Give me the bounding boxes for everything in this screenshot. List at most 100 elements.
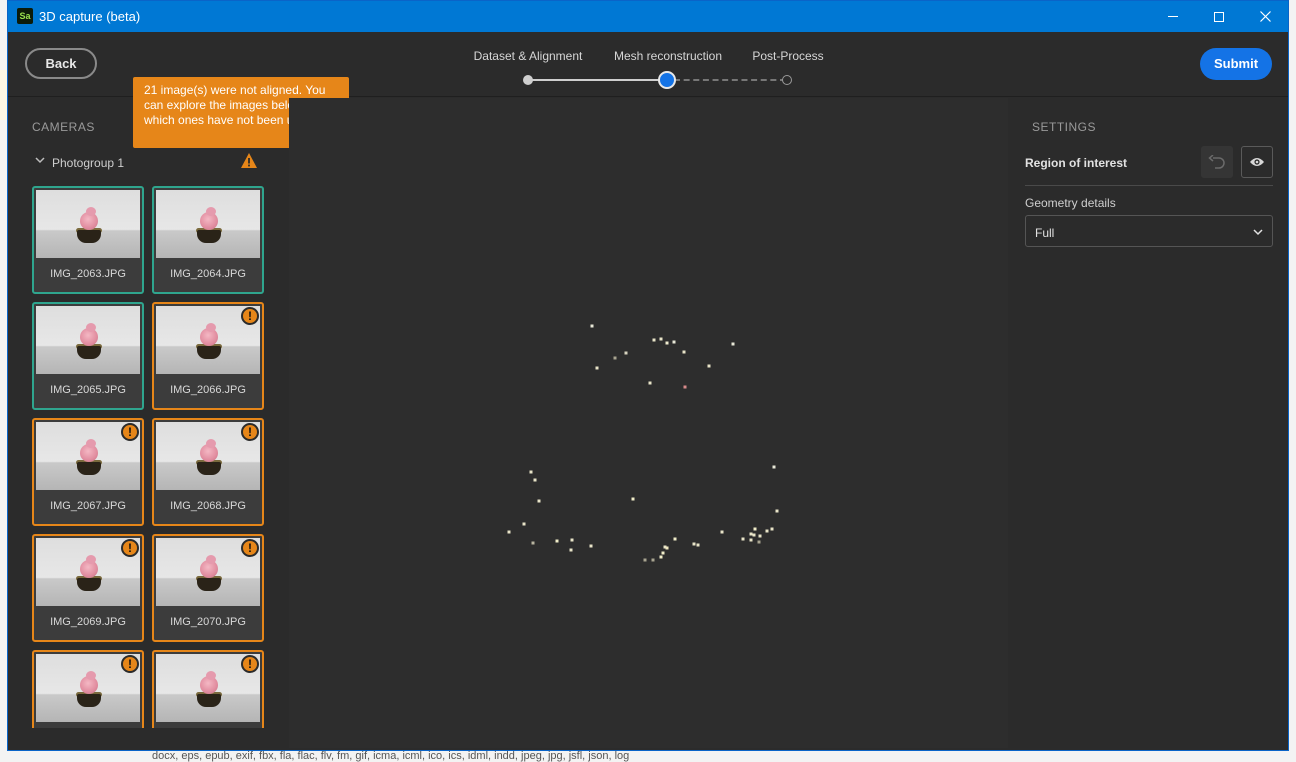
point-cloud-point — [507, 530, 511, 534]
point-cloud-point — [765, 529, 769, 533]
toggle-region-visibility-button[interactable] — [1241, 146, 1273, 178]
title-bar: Sa 3D capture (beta) — [8, 1, 1288, 32]
point-cloud-point — [652, 338, 656, 342]
point-cloud-point — [696, 543, 700, 547]
not-aligned-warning-icon: ! — [121, 539, 139, 557]
point-cloud-point — [522, 522, 526, 526]
camera-image-name: IMG_2069.JPG — [50, 616, 126, 628]
cameras-panel: CAMERAS Photogroup 1 IMG_2063.JPG IMG_206… — [8, 98, 288, 728]
point-cloud-point — [770, 527, 774, 531]
point-cloud-point — [569, 548, 573, 552]
camera-image-preview — [36, 306, 140, 374]
camera-image-name: IMG_2066.JPG — [170, 384, 246, 396]
undo-icon — [1208, 155, 1225, 169]
point-cloud-point — [570, 538, 574, 542]
camera-thumbnail[interactable]: IMG_2068.JPG! — [152, 418, 264, 526]
reset-region-button[interactable] — [1201, 146, 1233, 178]
step-dataset-alignment[interactable]: Dataset & Alignment — [474, 49, 583, 63]
viewport-canvas[interactable] — [289, 98, 1008, 748]
point-cloud-point — [659, 555, 663, 559]
panel-footer — [8, 728, 288, 750]
step-indicator-pending[interactable] — [782, 75, 792, 85]
point-cloud-point — [651, 558, 655, 562]
minimize-button[interactable] — [1150, 1, 1196, 32]
point-cloud-point — [643, 558, 647, 562]
point-cloud-point — [613, 356, 617, 360]
point-cloud-point — [659, 337, 663, 341]
app-logo: Sa — [17, 8, 33, 24]
point-cloud-point — [661, 551, 665, 555]
warning-triangle-icon — [241, 153, 257, 168]
camera-thumbnail[interactable]: IMG_2063.JPG — [32, 186, 144, 294]
maximize-icon — [1214, 11, 1224, 22]
camera-thumbnail[interactable]: IMG_2064.JPG — [152, 186, 264, 294]
settings-panel: SETTINGS Region of interest Geometry det… — [1009, 98, 1288, 750]
step-indicator-current[interactable] — [658, 71, 676, 89]
cameras-heading: CAMERAS — [32, 120, 95, 134]
not-aligned-warning-icon: ! — [241, 539, 259, 557]
point-cloud-point — [595, 366, 599, 370]
point-cloud-point — [589, 544, 593, 548]
camera-thumbnail[interactable]: ! — [32, 650, 144, 728]
maximize-button[interactable] — [1196, 1, 1242, 32]
point-cloud-point — [752, 533, 756, 537]
back-button[interactable]: Back — [25, 48, 97, 79]
point-cloud-point — [731, 342, 735, 346]
point-cloud-point — [720, 530, 724, 534]
point-cloud-point — [775, 509, 779, 513]
point-cloud-point — [537, 499, 541, 503]
settings-heading: SETTINGS — [1032, 120, 1097, 134]
camera-image-name: IMG_2063.JPG — [50, 268, 126, 280]
not-aligned-warning-icon: ! — [241, 655, 259, 673]
geometry-details-label: Geometry details — [1025, 196, 1116, 210]
point-cloud-point — [749, 532, 753, 536]
point-cloud-point — [757, 540, 761, 544]
camera-thumbnail[interactable]: IMG_2070.JPG! — [152, 534, 264, 642]
camera-thumbnail[interactable]: ! — [152, 650, 264, 728]
camera-image-preview — [36, 190, 140, 258]
chevron-down-icon — [1253, 229, 1263, 236]
capture-window: Sa 3D capture (beta) Back Dataset & Alig… — [7, 0, 1289, 751]
not-aligned-warning-icon: ! — [241, 307, 259, 325]
point-cloud-point — [682, 350, 686, 354]
point-cloud-point — [665, 341, 669, 345]
point-cloud-point — [529, 470, 533, 474]
point-cloud-point — [707, 364, 711, 368]
step-indicator-done[interactable] — [523, 75, 533, 85]
camera-image-name: IMG_2068.JPG — [170, 500, 246, 512]
camera-thumbnail[interactable]: IMG_2066.JPG! — [152, 302, 264, 410]
sparse-point-cloud — [507, 324, 779, 562]
not-aligned-warning-icon: ! — [241, 423, 259, 441]
step-post-process[interactable]: Post-Process — [752, 49, 823, 63]
point-cloud-point — [683, 385, 687, 389]
camera-thumbnail[interactable]: IMG_2069.JPG! — [32, 534, 144, 642]
point-cloud-point — [631, 497, 635, 501]
camera-image-name: IMG_2070.JPG — [170, 616, 246, 628]
chevron-down-icon[interactable] — [34, 154, 46, 166]
camera-thumbnail[interactable]: IMG_2065.JPG — [32, 302, 144, 410]
point-cloud-point — [533, 478, 537, 482]
photogroup-label[interactable]: Photogroup 1 — [52, 156, 124, 170]
point-cloud-point — [648, 381, 652, 385]
point-cloud-point — [692, 542, 696, 546]
camera-image-name: IMG_2067.JPG — [50, 500, 126, 512]
not-aligned-warning-icon: ! — [121, 423, 139, 441]
divider — [1025, 185, 1273, 186]
point-cloud-point — [753, 527, 757, 531]
submit-button[interactable]: Submit — [1200, 48, 1272, 80]
camera-thumbnail[interactable]: IMG_2067.JPG! — [32, 418, 144, 526]
geometry-details-value: Full — [1035, 226, 1055, 240]
point-cloud-point — [673, 537, 677, 541]
progress-track-complete — [528, 79, 668, 81]
close-button[interactable] — [1242, 1, 1288, 32]
background-file-types-text: docx, eps, epub, exif, fbx, fla, flac, f… — [152, 750, 630, 762]
point-cloud-point — [672, 340, 676, 344]
geometry-details-select[interactable]: Full — [1025, 215, 1273, 247]
point-cloud-point — [590, 324, 594, 328]
step-mesh-reconstruction[interactable]: Mesh reconstruction — [614, 49, 722, 63]
point-cloud-point — [624, 351, 628, 355]
point-cloud-point — [758, 534, 762, 538]
point-cloud-point — [665, 546, 669, 550]
3d-viewport[interactable] — [289, 98, 1008, 748]
not-aligned-warning-icon: ! — [121, 655, 139, 673]
